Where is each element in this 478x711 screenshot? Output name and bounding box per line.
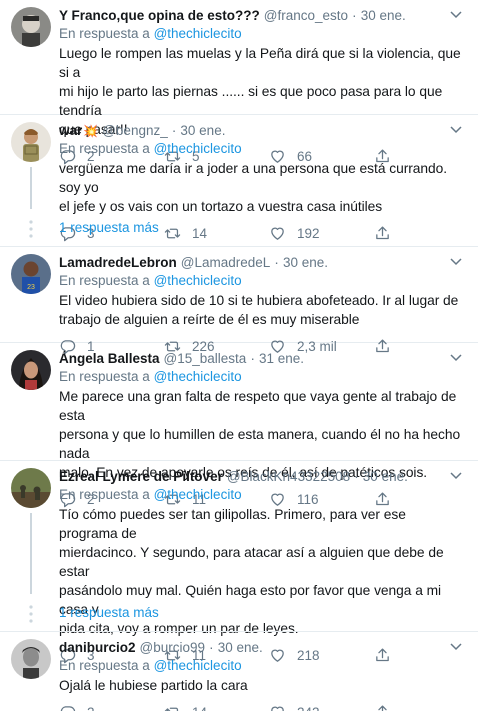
- reply-button[interactable]: 2: [59, 704, 164, 711]
- retweet-button[interactable]: 14: [164, 704, 269, 711]
- tweet-reply[interactable]: 23 LamadredeLebron @LamadredeL · 30 ene.…: [0, 247, 478, 354]
- reply-context: En respuesta a @thechiclecito: [59, 368, 466, 385]
- tweet-reply[interactable]: Y Franco,que opina de esto??? @franco_es…: [0, 0, 478, 164]
- retweet-icon: [164, 707, 179, 711]
- separator-dot: ·: [250, 350, 255, 366]
- tweet-text: Ojalá le hubiese partido la cara: [59, 678, 248, 693]
- timestamp[interactable]: 30 ene.: [218, 638, 263, 657]
- thread-line: [30, 513, 32, 594]
- mention-link[interactable]: @thechiclecito: [154, 369, 242, 384]
- chevron-down-icon[interactable]: [448, 6, 464, 22]
- tweet-text: vergüenza me daría ir a joder a una pers…: [59, 161, 448, 214]
- show-more-replies-label: 1 respuesta más: [59, 605, 159, 620]
- reply-context: En respuesta a @thechiclecito: [59, 657, 466, 674]
- avatar[interactable]: [11, 639, 51, 679]
- avatar[interactable]: [11, 7, 51, 47]
- user-handle[interactable]: @LamadredeL: [181, 253, 271, 272]
- user-handle[interactable]: @BlackKn43322508: [227, 467, 350, 486]
- avatar[interactable]: 23: [11, 254, 51, 294]
- thread-ellipsis-icon: [29, 605, 33, 623]
- collision-emoji: 💥: [83, 124, 99, 138]
- display-name[interactable]: war💥: [59, 121, 98, 141]
- share-icon: [378, 704, 387, 711]
- display-name[interactable]: Ángela Ballesta: [59, 349, 160, 368]
- mention-link[interactable]: @thechiclecito: [154, 487, 242, 502]
- retweet-count: 14: [192, 705, 207, 711]
- user-handle[interactable]: @15_ballesta: [164, 349, 247, 368]
- mention-link[interactable]: @thechiclecito: [154, 658, 242, 673]
- display-name[interactable]: LamadredeLebron: [59, 253, 177, 272]
- chevron-down-icon[interactable]: [448, 467, 464, 483]
- reply-prefix: En respuesta a: [59, 658, 150, 673]
- thread-ellipsis-icon: [29, 220, 33, 238]
- reply-prefix: En respuesta a: [59, 273, 150, 288]
- show-more-replies-label: 1 respuesta más: [59, 220, 159, 235]
- tweet-header: Ezreal Lymere de Piltover @BlackKn433225…: [59, 467, 466, 486]
- avatar[interactable]: [11, 122, 51, 162]
- display-name[interactable]: Ezreal Lymere de Piltover: [59, 467, 223, 486]
- reply-count: 2: [87, 705, 95, 711]
- tweet-header: LamadredeLebron @LamadredeL · 30 ene.: [59, 253, 466, 272]
- tweet-text: El video hubiera sido de 10 si te hubier…: [59, 293, 459, 327]
- reply-prefix: En respuesta a: [59, 369, 150, 384]
- show-more-replies-link[interactable]: 1 respuesta más: [0, 209, 478, 247]
- svg-text:23: 23: [27, 284, 35, 291]
- avatar[interactable]: [11, 468, 51, 508]
- tweet-header: daniburcio2 @burcio99 · 30 ene.: [59, 638, 466, 657]
- separator-dot: ·: [209, 639, 214, 655]
- avatar[interactable]: [11, 350, 51, 390]
- reply-context: En respuesta a @thechiclecito: [59, 140, 466, 157]
- chevron-down-icon[interactable]: [448, 253, 464, 269]
- reply-context: En respuesta a @thechiclecito: [59, 272, 466, 289]
- share-button[interactable]: [374, 704, 391, 711]
- user-handle[interactable]: @burcio99: [140, 638, 206, 657]
- show-more-replies-link[interactable]: 1 respuesta más: [0, 594, 478, 632]
- mention-link[interactable]: @thechiclecito: [154, 26, 242, 41]
- separator-dot: ·: [354, 468, 359, 484]
- tweet-reply[interactable]: Ezreal Lymere de Piltover @BlackKn433225…: [0, 461, 478, 663]
- user-handle[interactable]: @franco_esto: [264, 6, 348, 25]
- reply-context: En respuesta a @thechiclecito: [59, 25, 466, 42]
- reply-icon: [60, 705, 76, 711]
- tweet-header: war💥 @bengnz_ · 30 ene.: [59, 121, 466, 140]
- display-name-text: war: [59, 123, 83, 138]
- tweet-header: Y Franco,que opina de esto??? @franco_es…: [59, 6, 466, 25]
- display-name[interactable]: daniburcio2: [59, 638, 136, 657]
- display-name[interactable]: Y Franco,que opina de esto???: [59, 6, 260, 25]
- heart-icon: [271, 706, 284, 711]
- thread-line: [30, 167, 32, 209]
- timestamp[interactable]: 31 ene.: [259, 349, 304, 368]
- like-button[interactable]: 242: [269, 704, 374, 711]
- separator-dot: ·: [274, 254, 279, 270]
- timestamp[interactable]: 30 ene.: [363, 467, 408, 486]
- reply-context: En respuesta a @thechiclecito: [59, 486, 466, 503]
- tweet-reply[interactable]: Ángela Ballesta @15_ballesta · 31 ene. E…: [0, 343, 478, 507]
- timestamp[interactable]: 30 ene.: [180, 121, 225, 140]
- timestamp[interactable]: 30 ene.: [361, 6, 406, 25]
- separator-dot: ·: [171, 122, 177, 138]
- tweet-header: Ángela Ballesta @15_ballesta · 31 ene.: [59, 349, 466, 368]
- chevron-down-icon[interactable]: [448, 121, 464, 137]
- tweet-actions: 2 14 242: [59, 695, 466, 711]
- reply-prefix: En respuesta a: [59, 26, 150, 41]
- like-count: 242: [297, 705, 320, 711]
- chevron-down-icon[interactable]: [448, 349, 464, 365]
- replies-timeline: Y Franco,que opina de esto??? @franco_es…: [0, 0, 478, 711]
- mention-link[interactable]: @thechiclecito: [154, 141, 242, 156]
- user-handle[interactable]: @bengnz_: [102, 121, 168, 140]
- separator-dot: ·: [352, 7, 357, 23]
- mention-link[interactable]: @thechiclecito: [154, 273, 242, 288]
- reply-prefix: En respuesta a: [59, 141, 150, 156]
- chevron-down-icon[interactable]: [448, 638, 464, 654]
- reply-prefix: En respuesta a: [59, 487, 150, 502]
- timestamp[interactable]: 30 ene.: [283, 253, 328, 272]
- tweet-reply[interactable]: daniburcio2 @burcio99 · 30 ene. En respu…: [0, 632, 478, 711]
- tweet-reply[interactable]: war💥 @bengnz_ · 30 ene. En respuesta a @…: [0, 115, 478, 241]
